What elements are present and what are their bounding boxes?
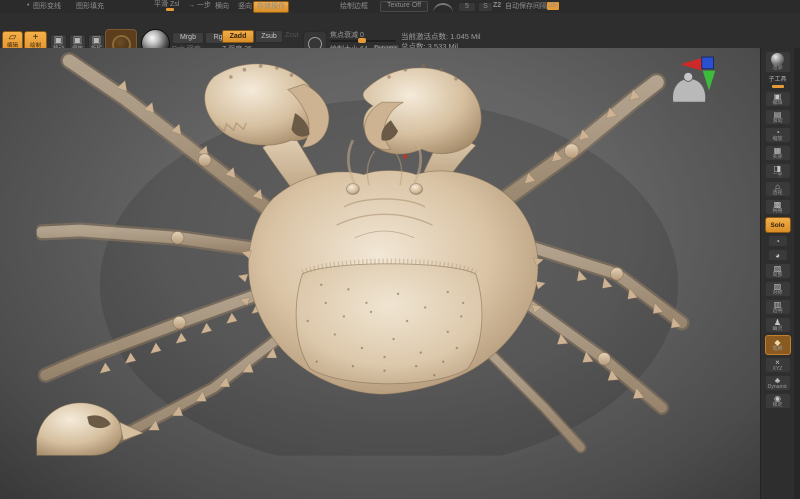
texture-off-button[interactable]: Texture Off (380, 1, 428, 12)
shelf-item-label: 编辑 (772, 101, 782, 106)
zadd-button[interactable]: Zadd (222, 30, 254, 43)
shelf-item-label: 实际 (772, 155, 782, 160)
top-menu-row: • 图形变线 图形填充 平滑 Zsl → 一步 横向 竖向 存储操作 绘制边框 … (0, 0, 800, 13)
actual-size-button[interactable]: ▦实际 (765, 145, 791, 161)
edit-panel-button[interactable]: ▣编辑 (765, 91, 791, 107)
curve-widget-icon[interactable] (433, 3, 453, 13)
menu-item-a[interactable]: 图形变线 (33, 3, 61, 11)
perspective-button[interactable]: ⌂透视 (765, 181, 791, 197)
autosave-label: 自动保存间隔 (505, 3, 547, 11)
segment-label[interactable]: 绘制边框 (340, 3, 368, 11)
subtool-slider[interactable]: 子工具 (766, 75, 790, 89)
radius-stepper[interactable]: 5 (458, 2, 476, 12)
shelf-item-label: 对称 (772, 291, 782, 296)
solo-button[interactable]: Solo (765, 217, 791, 233)
scale-mode-icon: ▣ (70, 35, 85, 46)
bpr-render-button[interactable]: 渲染 (765, 51, 791, 73)
shelf-item-label: 局部 (772, 273, 782, 278)
subtool-label: 子工具 (768, 77, 786, 84)
zcut-button: Zcut (285, 32, 299, 39)
scroll-button[interactable]: ▤滚动 (765, 109, 791, 125)
zbrush-window: • 图形变线 图形填充 平滑 Zsl → 一步 横向 竖向 存储操作 绘制边框 … (0, 0, 800, 499)
cursor-dot (403, 154, 407, 158)
gizmo-z-axis-icon[interactable] (702, 57, 714, 69)
step-button[interactable]: → 一步 (188, 2, 211, 10)
shelf-item-label: 渲染 (772, 66, 782, 71)
gizmo-y-axis-icon[interactable] (703, 71, 716, 91)
shelf-item-label: 网格 (772, 209, 782, 214)
ghost-button[interactable]: ♟幽灵 (765, 317, 791, 333)
mode-toggle[interactable]: S (478, 2, 493, 12)
rotate-cw-button[interactable]: ◕ (768, 249, 788, 261)
shelf-item-label: Dynamic (768, 385, 787, 390)
canvas-viewport[interactable] (0, 48, 760, 499)
draw-mode-icon: + (25, 32, 46, 43)
horizontal-button[interactable]: 横向 (215, 3, 229, 11)
tool-preview-thumbnail[interactable] (673, 72, 706, 102)
lock-button[interactable]: ◉锁定 (765, 393, 791, 409)
half-size-button[interactable]: ◨一半 (765, 163, 791, 179)
z2-icon[interactable]: Z2 (493, 2, 501, 10)
top-shelf: ▱ 编辑 + 绘制 ▣ 移动 ▣ 缩放 ▣ 旋转 Mrgb Rgb M Rgb … (0, 13, 800, 49)
shelf-item-label: 滚动 (772, 119, 782, 124)
active-brush-button[interactable]: ◆笔刷 (765, 335, 791, 355)
shelf-item-label: 缩放 (772, 137, 782, 142)
shelf-item-label: XYZ (773, 367, 783, 372)
zoom3d-button[interactable]: ◔缩放 (765, 127, 791, 143)
floor-grid-button[interactable]: ▩网格 (765, 199, 791, 215)
xpose-button[interactable]: ×XYZ (765, 357, 791, 373)
shelf-item-label: 透明 (772, 309, 782, 314)
right-shelf: 渲染子工具 ▣编辑 ▤滚动 ◔缩放 ▦实际 ◨一半 ⌂透视 ▩网格 Solo ◔ ◕ ▧局部 ▨对称 ▥透… (760, 48, 794, 499)
crab-right-claw (363, 64, 481, 154)
crab-abdomen-plate (296, 261, 482, 383)
symmetry-button[interactable]: ▨对称 (765, 281, 791, 297)
transparency-button[interactable]: ▥透明 (765, 299, 791, 315)
store-button[interactable]: 存储操作 (253, 1, 289, 13)
local-transform-button[interactable]: ▧局部 (765, 263, 791, 279)
zsub-button[interactable]: Zsub (255, 30, 283, 43)
menu-dot-icon: • (27, 2, 29, 10)
autosave-value-badge[interactable]: 28 (547, 2, 559, 10)
rotate-mode-icon: ▣ (89, 35, 104, 46)
edit-mode-icon: ▱ (3, 32, 22, 43)
rotate-cw-icon: ◕ (775, 251, 780, 260)
rotate-ccw-icon: ◔ (775, 237, 780, 246)
move-mode-icon: ▣ (51, 35, 66, 46)
active-points-text: 当前激活点数: 1.045 Mil (401, 32, 481, 42)
viewport-svg (0, 48, 760, 499)
shelf-item-label: 锁定 (772, 403, 782, 408)
gizmo-x-axis-icon[interactable] (680, 58, 702, 71)
focal-shift-handle[interactable] (358, 38, 366, 43)
shelf-item-label: 笔刷 (772, 347, 782, 352)
rotate-ccw-button[interactable]: ◔ (768, 235, 788, 247)
crab-bottom-claw (37, 403, 144, 456)
shelf-item-label: 透视 (772, 191, 782, 196)
menu-item-b[interactable]: 图形填充 (76, 3, 104, 11)
smooth-slider-handle[interactable] (166, 8, 174, 11)
right-edge-strip (794, 48, 800, 499)
vertical-button[interactable]: 竖向 (238, 3, 252, 11)
shelf-item-label: 一半 (772, 173, 782, 178)
dynamic-subdiv-button[interactable]: ♣Dynamic (765, 375, 791, 391)
shelf-item-label: 幽灵 (772, 327, 782, 332)
mrgb-button[interactable]: Mrgb (172, 32, 204, 44)
subtool-slider-bar[interactable] (772, 85, 784, 88)
